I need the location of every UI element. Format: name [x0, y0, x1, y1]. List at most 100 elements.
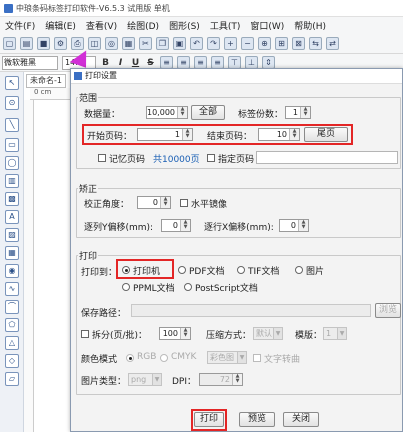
- parallelogram-icon[interactable]: ▱: [5, 372, 19, 386]
- y-offset-input[interactable]: 0 ▲ ▼: [161, 219, 191, 232]
- browse-button[interactable]: 浏览: [375, 303, 401, 318]
- pdf-radio[interactable]: [178, 266, 186, 274]
- spin-arrows-icon[interactable]: ▲ ▼: [298, 220, 308, 231]
- cut-icon[interactable]: ✂: [139, 37, 152, 50]
- spin-arrows-icon[interactable]: ▲ ▼: [177, 107, 187, 118]
- arc-icon[interactable]: ⌒: [5, 300, 19, 314]
- settings-icon[interactable]: ⚙: [54, 37, 67, 50]
- spin-arrows-icon[interactable]: ▲ ▼: [180, 328, 190, 339]
- menu-file[interactable]: 文件(F): [0, 19, 40, 32]
- menu-view[interactable]: 查看(V): [81, 19, 122, 32]
- strike-button[interactable]: S: [145, 58, 156, 68]
- grid-icon[interactable]: ▦: [122, 37, 135, 50]
- fit-page-icon[interactable]: ⊞: [275, 37, 288, 50]
- rgb-radio[interactable]: [126, 354, 134, 362]
- pointer-icon[interactable]: ↖: [5, 76, 19, 90]
- dpi-input[interactable]: 72 ▲ ▼: [199, 373, 243, 386]
- spin-arrows-icon[interactable]: ▲ ▼: [180, 220, 190, 231]
- split-checkbox[interactable]: [81, 330, 89, 338]
- zoom-out-icon[interactable]: −: [241, 37, 254, 50]
- spin-arrows-icon[interactable]: ▲ ▼: [300, 107, 310, 118]
- italic-button[interactable]: I: [115, 58, 126, 68]
- remember-page-checkbox[interactable]: [98, 154, 106, 162]
- table-icon[interactable]: ▦: [5, 246, 19, 260]
- image-icon[interactable]: ▨: [5, 228, 19, 242]
- mode-label: 模版：: [295, 331, 323, 341]
- print-button[interactable]: 打印: [194, 412, 224, 427]
- menu-help[interactable]: 帮助(H): [289, 19, 331, 32]
- menu-draw[interactable]: 绘图(D): [122, 19, 164, 32]
- document-tab[interactable]: 未命名-1: [26, 74, 66, 88]
- image-radio[interactable]: [295, 266, 303, 274]
- barcode-icon[interactable]: ▥: [5, 174, 19, 188]
- ppml-option-label: PPML文档: [133, 284, 175, 294]
- rect-icon[interactable]: ▭: [5, 138, 19, 152]
- open-icon[interactable]: ▤: [20, 37, 33, 50]
- postscript-radio[interactable]: [184, 283, 192, 291]
- poly-icon[interactable]: ⬠: [5, 318, 19, 332]
- redo-icon[interactable]: ↷: [207, 37, 220, 50]
- text-convert-checkbox[interactable]: [253, 354, 261, 362]
- diamond-icon[interactable]: ◇: [5, 354, 19, 368]
- preview-button[interactable]: 预览: [239, 412, 275, 427]
- text-icon[interactable]: A: [5, 210, 19, 224]
- spin-arrows-icon[interactable]: ▲ ▼: [182, 129, 192, 140]
- x-offset-input[interactable]: 0 ▲ ▼: [279, 219, 309, 232]
- line-icon[interactable]: ╲: [5, 118, 19, 132]
- specific-page-checkbox[interactable]: [207, 154, 215, 162]
- fullscreen-icon[interactable]: ⊠: [292, 37, 305, 50]
- triangle-icon[interactable]: △: [5, 336, 19, 350]
- zoom-icon[interactable]: ⊙: [5, 96, 19, 110]
- compress-select[interactable]: 默认 ▼: [253, 327, 283, 340]
- data-qty-input[interactable]: 10,000 ▲ ▼: [146, 106, 188, 119]
- color-depth-select[interactable]: 彩色图 ▼: [207, 351, 247, 364]
- mirror-checkbox[interactable]: [180, 199, 188, 207]
- font-select[interactable]: 微软雅黑: [2, 55, 58, 70]
- bold-button[interactable]: B: [100, 58, 111, 68]
- paste-icon[interactable]: ▣: [173, 37, 186, 50]
- menu-shape[interactable]: 图形(S): [164, 19, 205, 32]
- start-page-input[interactable]: 1 ▲ ▼: [137, 128, 193, 141]
- x-offset-value: 0: [290, 221, 296, 230]
- data-icon[interactable]: ◎: [105, 37, 118, 50]
- db-icon[interactable]: ◉: [5, 264, 19, 278]
- data-qty-value: 10,000: [147, 108, 175, 117]
- underline-button[interactable]: U: [130, 58, 141, 68]
- mode-select[interactable]: 1 ▼: [323, 327, 347, 340]
- specific-page-input[interactable]: [256, 151, 398, 164]
- zoom-in-icon[interactable]: +: [224, 37, 237, 50]
- range-group-label: 范围: [78, 91, 99, 104]
- print-icon[interactable]: ⎙: [71, 37, 84, 50]
- copy-icon[interactable]: ❐: [156, 37, 169, 50]
- copies-input[interactable]: 1 ▲ ▼: [285, 106, 311, 119]
- ellipse-icon[interactable]: ◯: [5, 156, 19, 170]
- all-button[interactable]: 全部: [191, 105, 225, 120]
- ppml-radio[interactable]: [122, 283, 130, 291]
- close-button[interactable]: 关闭: [283, 412, 319, 427]
- spin-arrows-icon[interactable]: ▲ ▼: [160, 197, 170, 208]
- image-type-select[interactable]: png ▼: [128, 373, 162, 386]
- cmyk-radio[interactable]: [160, 354, 168, 362]
- split-input[interactable]: 100 ▲ ▼: [159, 327, 191, 340]
- menu-edit[interactable]: 编辑(E): [40, 19, 81, 32]
- printer-radio[interactable]: [122, 266, 130, 274]
- curve-icon[interactable]: ∿: [5, 282, 19, 296]
- save-path-input[interactable]: [131, 304, 371, 317]
- last-page-button[interactable]: 尾页: [304, 127, 348, 142]
- chevron-down-icon: ▼: [337, 328, 346, 339]
- zoom-fit-icon[interactable]: ⊕: [258, 37, 271, 50]
- menu-tools[interactable]: 工具(T): [205, 19, 246, 32]
- tif-radio[interactable]: [237, 266, 245, 274]
- qrcode-icon[interactable]: ▩: [5, 192, 19, 206]
- align-icon[interactable]: ⇆: [309, 37, 322, 50]
- undo-icon[interactable]: ↶: [190, 37, 203, 50]
- menu-window[interactable]: 窗口(W): [245, 19, 289, 32]
- save-icon[interactable]: ■: [37, 37, 50, 50]
- spin-arrows-icon[interactable]: ▲ ▼: [289, 129, 299, 140]
- distribute-icon[interactable]: ⇄: [326, 37, 339, 50]
- angle-input[interactable]: 0 ▲ ▼: [137, 196, 171, 209]
- spin-arrows-icon[interactable]: ▲ ▼: [232, 374, 242, 385]
- preview-icon[interactable]: ◫: [88, 37, 101, 50]
- end-page-input[interactable]: 10 ▲ ▼: [258, 128, 300, 141]
- new-icon[interactable]: ▢: [3, 37, 16, 50]
